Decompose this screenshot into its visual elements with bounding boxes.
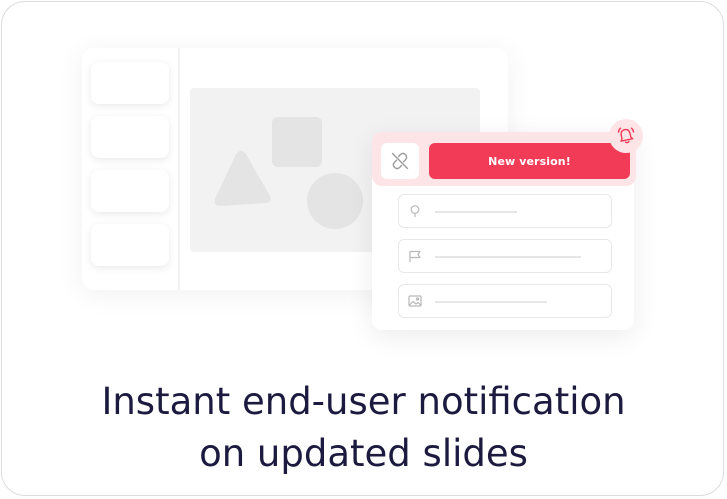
map-pin-icon xyxy=(410,205,420,217)
unlink-icon xyxy=(391,152,409,170)
editor-divider xyxy=(178,48,180,290)
image-field[interactable] xyxy=(398,284,612,318)
circle-shape xyxy=(307,173,363,229)
notification-bell[interactable] xyxy=(609,119,643,153)
new-version-button[interactable]: New version! xyxy=(429,143,630,179)
field-placeholder-line xyxy=(435,301,547,303)
unlink-button[interactable] xyxy=(381,143,419,179)
square-shape xyxy=(272,117,322,167)
flag-icon xyxy=(409,250,421,262)
slide-thumbnail xyxy=(91,224,169,266)
caption-line-1: Instant end-user notification xyxy=(101,380,626,423)
triangle-shape xyxy=(214,151,271,206)
bell-ringing-icon xyxy=(617,127,635,144)
field-placeholder-line xyxy=(435,211,517,213)
feature-illustration: New version! xyxy=(0,0,727,360)
feature-caption: Instant end-user notification on updated… xyxy=(0,376,727,480)
slide-thumbnail xyxy=(91,62,169,104)
slide-thumbnail xyxy=(91,116,169,158)
slide-thumbnail xyxy=(91,170,169,212)
location-field[interactable] xyxy=(398,194,612,228)
field-placeholder-line xyxy=(435,256,581,258)
flag-field[interactable] xyxy=(398,239,612,273)
caption-line-2: on updated slides xyxy=(199,432,528,475)
image-icon xyxy=(408,295,422,307)
